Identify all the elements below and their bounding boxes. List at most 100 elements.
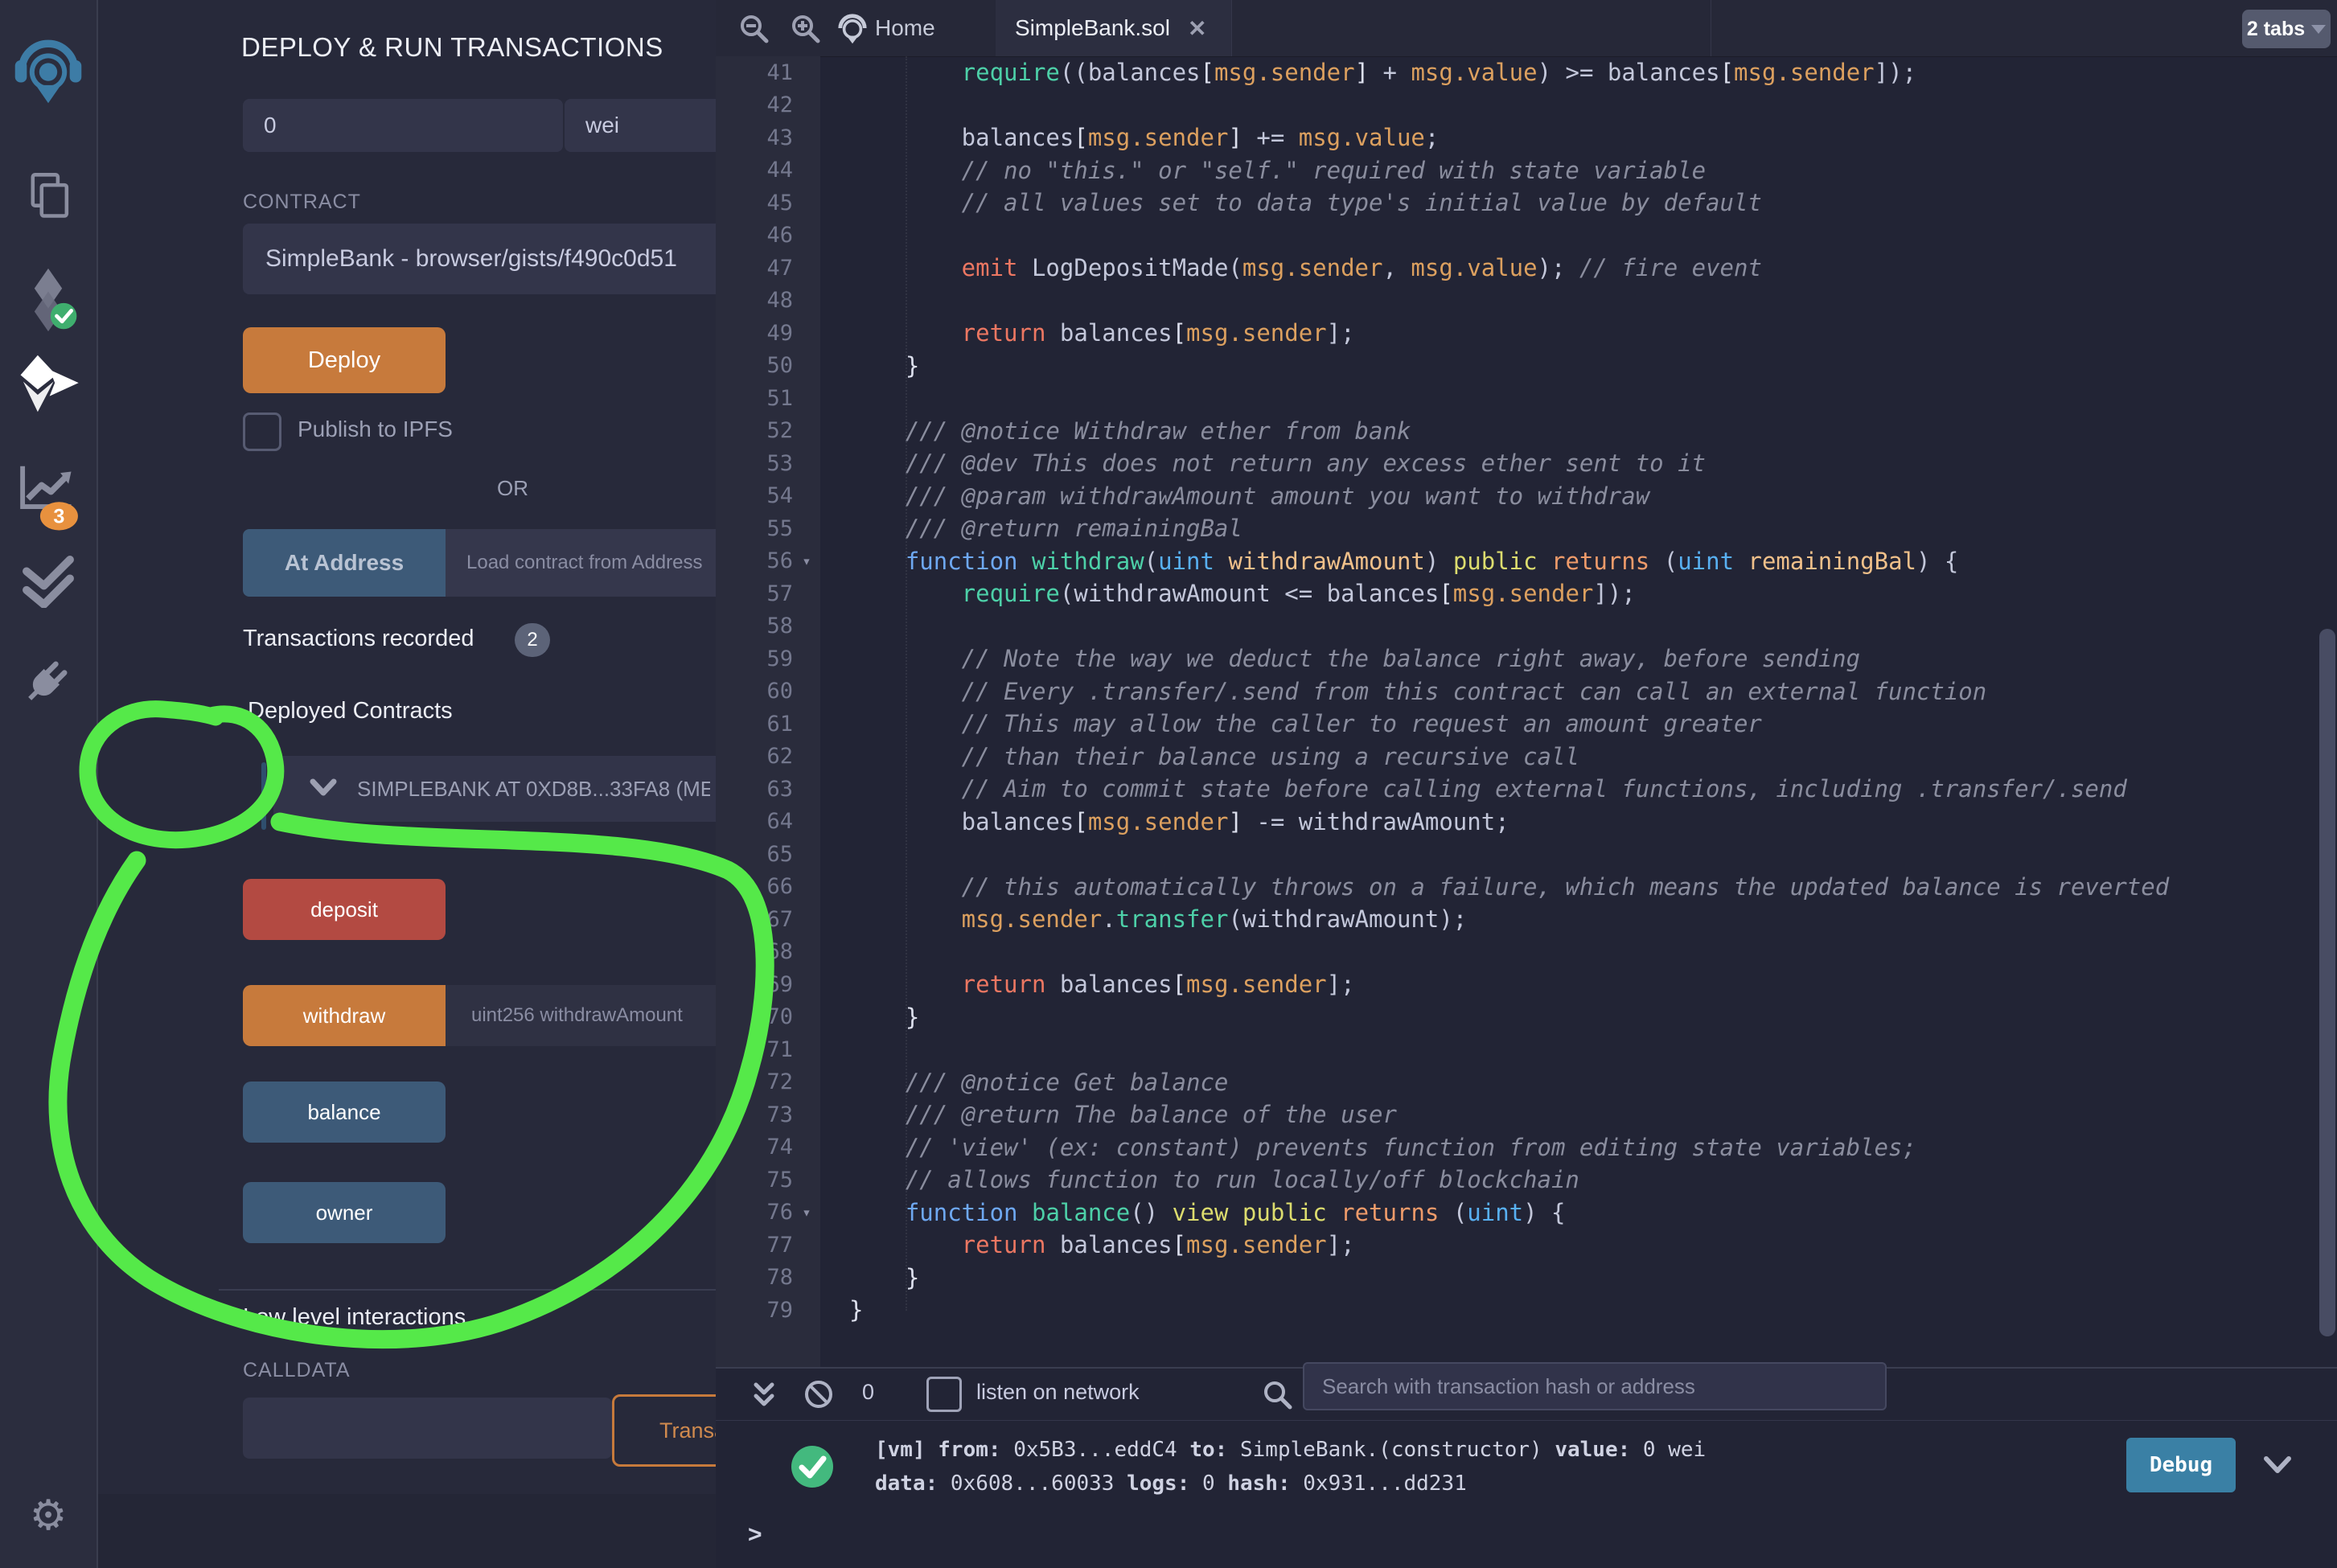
transactions-recorded-label: Transactions recorded	[243, 626, 474, 652]
terminal-search-input[interactable]: Search with transaction hash or address	[1303, 1362, 1887, 1410]
tabs-caret-icon	[2311, 25, 2326, 34]
editor-scrollbar[interactable]	[2319, 629, 2335, 1336]
code-line: // no "this." or "self." required with s…	[849, 154, 2321, 187]
line-number: 43	[719, 125, 793, 150]
panel-footer	[98, 1494, 716, 1568]
line-number: 79	[719, 1298, 793, 1323]
fn-balance-button[interactable]: balance	[243, 1082, 446, 1143]
fold-caret-icon[interactable]: ▾	[793, 552, 820, 570]
analytics-badge-count: 3	[53, 505, 64, 527]
publish-ipfs-checkbox[interactable]	[243, 413, 281, 451]
clear-console-icon[interactable]	[803, 1378, 835, 1414]
gutter-lines[interactable]: 41424344454647484950515253545556▾5758596…	[716, 56, 820, 1327]
line-number: 74	[719, 1135, 793, 1160]
code-line: msg.sender.transfer(withdrawAmount);	[849, 903, 2321, 936]
fn-owner-button[interactable]: owner	[243, 1182, 446, 1243]
line-number: 64	[719, 809, 793, 834]
line-number: 47	[719, 256, 793, 281]
fn-deposit-button[interactable]: deposit	[243, 879, 446, 940]
file-explorer-icon[interactable]	[0, 169, 97, 220]
line-number: 62	[719, 744, 793, 769]
code-area[interactable]: require((balances[msg.sender] + msg.valu…	[849, 56, 2321, 1327]
calldata-label: CALLDATA	[243, 1359, 351, 1382]
code-line: emit LogDepositMade(msg.sender, msg.valu…	[849, 252, 2321, 285]
log-line: data: 0x608...60033 logs: 0 hash: 0x931.…	[875, 1467, 1706, 1500]
expand-terminal-icon[interactable]	[751, 1378, 777, 1414]
analytics-icon[interactable]: 3	[0, 457, 97, 532]
line-number: 78	[719, 1265, 793, 1290]
line-number: 65	[719, 842, 793, 867]
icon-rail: 3 ⚙	[0, 0, 98, 1568]
at-address-button[interactable]: At Address	[243, 529, 446, 597]
contract-label: CONTRACT	[243, 191, 361, 214]
instance-expand-icon[interactable]	[309, 777, 338, 802]
line-number: 63	[719, 777, 793, 802]
remix-ide-window: 3 ⚙ DEPLOY & RUN TRANSACTIONS	[0, 0, 2337, 1568]
code-line: return balances[msg.sender];	[849, 968, 2321, 1001]
line-number: 75	[719, 1168, 793, 1192]
code-line: // This may allow the caller to request …	[849, 708, 2321, 741]
tab-home[interactable]: Home	[836, 0, 935, 56]
line-number: 77	[719, 1233, 793, 1258]
listen-network-checkbox[interactable]	[926, 1377, 962, 1412]
remix-tab-icon	[836, 10, 869, 46]
remix-logo-icon[interactable]	[0, 34, 97, 106]
code-line	[849, 382, 2321, 415]
code-line: // Note the way we deduct the balance ri…	[849, 642, 2321, 675]
line-number: 49	[719, 321, 793, 346]
line-number: 60	[719, 679, 793, 704]
tab-divider-2	[1231, 0, 1232, 56]
tabs-count-button[interactable]: 2 tabs	[2242, 10, 2331, 48]
code-line	[849, 1033, 2321, 1066]
deploy-button[interactable]: Deploy	[243, 327, 446, 393]
code-line: // Every .transfer/.send from this contr…	[849, 675, 2321, 708]
deployed-contracts-label: Deployed Contracts	[248, 698, 453, 724]
code-line: function balance() view public returns (…	[849, 1197, 2321, 1229]
code-line: require((balances[msg.sender] + msg.valu…	[849, 56, 2321, 89]
code-line	[849, 285, 2321, 318]
code-line: }	[849, 1001, 2321, 1034]
log-line: [vm] from: 0x5B3...eddC4 to: SimpleBank.…	[875, 1433, 1706, 1467]
line-number: 45	[719, 191, 793, 215]
fold-caret-icon[interactable]: ▾	[793, 1204, 820, 1221]
line-number: 72	[719, 1069, 793, 1094]
code-line: return balances[msg.sender];	[849, 1229, 2321, 1262]
code-line	[849, 838, 2321, 871]
tab-close-icon[interactable]: ✕	[1188, 15, 1206, 42]
tab-simplebank[interactable]: SimpleBank.sol ✕	[996, 0, 1231, 56]
line-number: 41	[719, 60, 793, 85]
code-line: // allows function to run locally/off bl…	[849, 1164, 2321, 1197]
fn-withdraw-button[interactable]: withdraw	[243, 985, 446, 1046]
calldata-input[interactable]	[243, 1398, 612, 1459]
terminal-prompt[interactable]: >	[748, 1521, 762, 1549]
settings-gear-icon[interactable]: ⚙	[0, 1492, 97, 1540]
or-label: OR	[497, 476, 528, 501]
line-number: 69	[719, 972, 793, 997]
code-line: /// @return remainingBal	[849, 512, 2321, 545]
deploy-run-icon[interactable]	[0, 352, 97, 415]
panel-title: DEPLOY & RUN TRANSACTIONS	[241, 32, 663, 63]
log-expand-icon[interactable]	[2261, 1452, 2294, 1480]
zoom-out-icon[interactable]	[738, 13, 770, 49]
compile-success-badge	[51, 303, 76, 329]
terminal-log[interactable]: [vm] from: 0x5B3...eddC4 to: SimpleBank.…	[875, 1433, 1706, 1500]
code-line	[849, 89, 2321, 122]
zoom-in-icon[interactable]	[790, 13, 822, 49]
deploy-run-panel: DEPLOY & RUN TRANSACTIONS 0 wei CONTRACT…	[98, 0, 716, 1568]
line-number: 54	[719, 483, 793, 508]
line-number: 56	[719, 548, 793, 573]
line-number: 70	[719, 1004, 793, 1029]
code-line	[849, 936, 2321, 969]
unit-testing-icon[interactable]	[0, 555, 97, 608]
code-line: }	[849, 1262, 2321, 1295]
code-line: // 'view' (ex: constant) prevents functi…	[849, 1131, 2321, 1164]
value-input[interactable]: 0	[243, 99, 563, 152]
solidity-compiler-icon[interactable]	[0, 265, 97, 335]
code-line	[849, 220, 2321, 252]
code-line	[849, 610, 2321, 643]
debug-button[interactable]: Debug	[2126, 1438, 2236, 1492]
listen-network-label: listen on network	[976, 1380, 1140, 1405]
line-number: 51	[719, 386, 793, 411]
line-number: 66	[719, 874, 793, 899]
plugin-icon[interactable]	[0, 650, 97, 711]
